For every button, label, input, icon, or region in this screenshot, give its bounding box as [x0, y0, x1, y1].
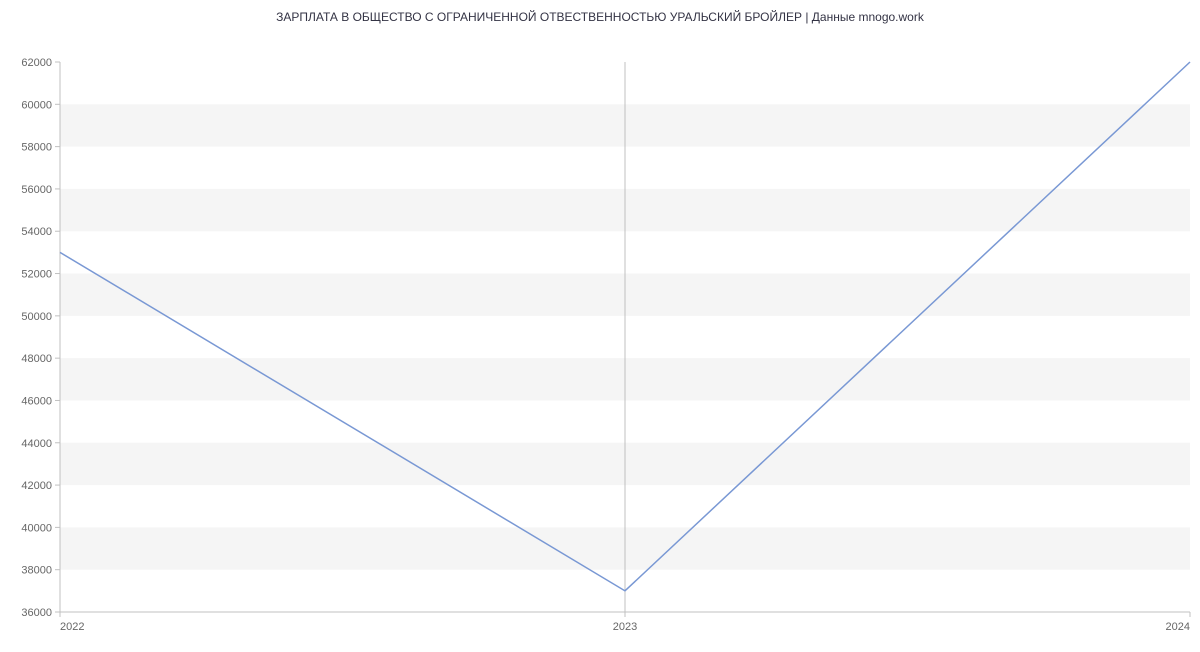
chart-container: 36000 38000 40000 42000 44000 46000 48000 50000… — [0, 32, 1200, 652]
x-tick-label: 2024 — [1166, 621, 1190, 633]
x-tick-label: 2022 — [60, 621, 84, 633]
chart-title: ЗАРПЛАТА В ОБЩЕСТВО С ОГРАНИЧЕННОЙ ОТВЕС… — [0, 0, 1200, 32]
y-tick-label: 38000 — [21, 565, 52, 577]
y-tick-label: 58000 — [21, 142, 52, 154]
y-tick-label: 42000 — [21, 480, 52, 492]
x-tick-label: 2023 — [613, 621, 637, 633]
y-tick-label: 62000 — [21, 57, 52, 69]
y-tick-label: 40000 — [21, 522, 52, 534]
y-tick-label: 48000 — [21, 353, 52, 365]
y-tick-label: 54000 — [21, 226, 52, 238]
y-tick-label: 60000 — [21, 99, 52, 111]
chart-svg: 36000 38000 40000 42000 44000 46000 48000 50000… — [0, 32, 1200, 652]
y-tick-label: 56000 — [21, 184, 52, 196]
y-tick-label: 46000 — [21, 395, 52, 407]
y-tick-label: 52000 — [21, 269, 52, 281]
y-tick-label: 44000 — [21, 438, 52, 450]
y-tick-label: 36000 — [21, 607, 52, 619]
y-tick-label: 50000 — [21, 311, 52, 323]
